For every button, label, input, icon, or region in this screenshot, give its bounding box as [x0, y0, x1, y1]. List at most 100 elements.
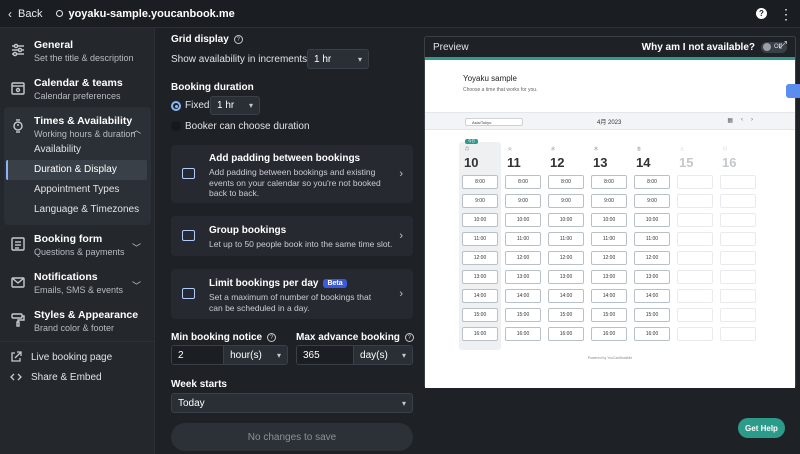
time-slot[interactable]: 8:00 — [462, 175, 498, 189]
heading-text: Min booking notice — [171, 332, 263, 343]
time-slot[interactable]: 8:00 — [505, 175, 541, 189]
chevron-left-icon[interactable]: ‹ — [741, 117, 743, 124]
time-slot[interactable]: 9:00 — [591, 194, 627, 208]
live-booking-page-link[interactable]: Live booking page — [10, 351, 112, 363]
sidebar-subitem-availability[interactable]: Availability — [6, 140, 147, 160]
time-slot[interactable]: 11:00 — [505, 232, 541, 246]
timezone-select[interactable]: Asia/Tokyo — [465, 118, 523, 126]
time-slot[interactable]: 15:00 — [591, 308, 627, 322]
time-slot[interactable]: 14:00 — [462, 289, 498, 303]
time-slot[interactable]: 13:00 — [462, 270, 498, 284]
more-menu-icon[interactable]: ⋮ — [779, 7, 793, 21]
link-label: Live booking page — [31, 351, 113, 363]
time-slot — [677, 213, 713, 227]
card-description: Let up to 50 people book into the same t… — [209, 239, 393, 249]
time-slot[interactable]: 16:00 — [505, 327, 541, 341]
sidebar-subitem-duration-display[interactable]: Duration & Display — [6, 160, 147, 180]
translate-tab-icon[interactable] — [786, 84, 800, 98]
time-slot[interactable]: 13:00 — [634, 270, 670, 284]
preview-header: Preview Why am I not available? Off — [425, 37, 795, 57]
chevron-down-icon[interactable]: ﹀ — [132, 279, 141, 292]
max-advance-input[interactable]: 365 — [297, 346, 355, 364]
padding-card[interactable]: Add padding between bookings Add padding… — [171, 145, 413, 203]
time-slot[interactable]: 13:00 — [548, 270, 584, 284]
time-slot[interactable]: 9:00 — [634, 194, 670, 208]
select-value: 1 hr — [314, 53, 332, 65]
chevron-right-icon[interactable]: › — [751, 117, 753, 124]
time-slot[interactable]: 14:00 — [548, 289, 584, 303]
time-slot[interactable]: 8:00 — [634, 175, 670, 189]
chevron-down-icon: ▾ — [401, 398, 406, 408]
time-slot[interactable]: 14:00 — [591, 289, 627, 303]
fixed-radio[interactable] — [171, 101, 181, 111]
time-slot[interactable]: 10:00 — [591, 213, 627, 227]
chevron-down-icon[interactable]: ﹀ — [132, 241, 141, 254]
sidebar-item-styles[interactable]: Styles & Appearance Brand color & footer — [0, 309, 155, 333]
sidebar-item-general[interactable]: General Set the title & description — [0, 39, 155, 63]
help-icon[interactable]: ? — [233, 35, 243, 44]
chevron-right-icon: › — [399, 288, 403, 300]
min-notice-unit-select[interactable]: hour(s) ▾ — [224, 346, 287, 364]
time-slot[interactable]: 12:00 — [634, 251, 670, 265]
fixed-duration-select[interactable]: 1 hr ▾ — [210, 96, 260, 115]
calendar-icon[interactable]: ▦ — [727, 117, 733, 124]
time-slot[interactable]: 12:00 — [462, 251, 498, 265]
sidebar-item-times[interactable]: Times & Availability Working hours & dura… — [0, 115, 155, 139]
sidebar-item-booking-form[interactable]: Booking form Questions & payments ﹀ — [0, 233, 155, 257]
time-slot[interactable]: 10:00 — [462, 213, 498, 227]
time-slot[interactable]: 11:00 — [462, 232, 498, 246]
chevron-right-icon: › — [399, 168, 403, 180]
min-notice-input[interactable]: 2 — [172, 346, 225, 364]
sidebar-subitem-language-timezones[interactable]: Language & Timezones — [6, 200, 147, 220]
time-slot[interactable]: 13:00 — [505, 270, 541, 284]
time-slot[interactable]: 11:00 — [634, 232, 670, 246]
time-slot[interactable]: 14:00 — [634, 289, 670, 303]
time-slot[interactable]: 8:00 — [591, 175, 627, 189]
save-button[interactable]: No changes to save — [171, 423, 413, 451]
sidebar-item-subtitle: Set the title & description — [34, 53, 134, 63]
time-slot[interactable]: 10:00 — [505, 213, 541, 227]
back-button[interactable]: ‹ Back — [8, 7, 42, 21]
time-slot — [677, 270, 713, 284]
time-slot[interactable]: 9:00 — [462, 194, 498, 208]
sidebar-item-notifications[interactable]: Notifications Emails, SMS & events ﹀ — [0, 271, 155, 295]
time-slot[interactable]: 9:00 — [548, 194, 584, 208]
help-icon[interactable]: ? — [756, 8, 767, 19]
time-slot[interactable]: 11:00 — [591, 232, 627, 246]
get-help-button[interactable]: Get Help — [738, 418, 785, 438]
time-slot[interactable]: 16:00 — [548, 327, 584, 341]
increments-select[interactable]: 1 hr ▾ — [307, 49, 369, 69]
help-icon[interactable]: ? — [267, 333, 277, 342]
time-slot[interactable]: 12:00 — [548, 251, 584, 265]
time-slot[interactable]: 13:00 — [591, 270, 627, 284]
time-slot[interactable]: 15:00 — [634, 308, 670, 322]
chevron-up-icon[interactable]: ︿ — [132, 123, 141, 136]
sidebar-subitem-appointment-types[interactable]: Appointment Types — [6, 180, 147, 200]
time-slot[interactable]: 16:00 — [591, 327, 627, 341]
time-slot[interactable]: 9:00 — [505, 194, 541, 208]
time-slot[interactable]: 16:00 — [462, 327, 498, 341]
time-slot — [720, 213, 756, 227]
time-slot[interactable]: 12:00 — [505, 251, 541, 265]
share-embed-link[interactable]: Share & Embed — [10, 371, 102, 383]
week-starts-select[interactable]: Today ▾ — [171, 393, 413, 413]
time-slot[interactable]: 15:00 — [548, 308, 584, 322]
time-slot[interactable]: 16:00 — [634, 327, 670, 341]
chevron-right-icon: › — [399, 230, 403, 242]
time-slot[interactable]: 11:00 — [548, 232, 584, 246]
time-slot[interactable]: 15:00 — [462, 308, 498, 322]
sidebar-item-calendar[interactable]: Calendar & teams Calendar preferences — [0, 77, 155, 101]
time-slot[interactable]: 8:00 — [548, 175, 584, 189]
time-slot[interactable]: 10:00 — [548, 213, 584, 227]
expand-icon[interactable]: ⤢ — [779, 40, 800, 51]
booker-choose-radio[interactable] — [171, 121, 181, 131]
page-url[interactable]: yoyaku-sample.youcanbook.me — [56, 8, 235, 20]
time-slot[interactable]: 12:00 — [591, 251, 627, 265]
help-icon[interactable]: ? — [404, 333, 414, 342]
group-bookings-card[interactable]: Group bookings Let up to 50 people book … — [171, 216, 413, 256]
time-slot[interactable]: 14:00 — [505, 289, 541, 303]
max-advance-unit-select[interactable]: day(s) ▾ — [354, 346, 412, 364]
limit-bookings-card[interactable]: Limit bookings per day Beta Set a maximu… — [171, 269, 413, 319]
time-slot[interactable]: 15:00 — [505, 308, 541, 322]
time-slot[interactable]: 10:00 — [634, 213, 670, 227]
